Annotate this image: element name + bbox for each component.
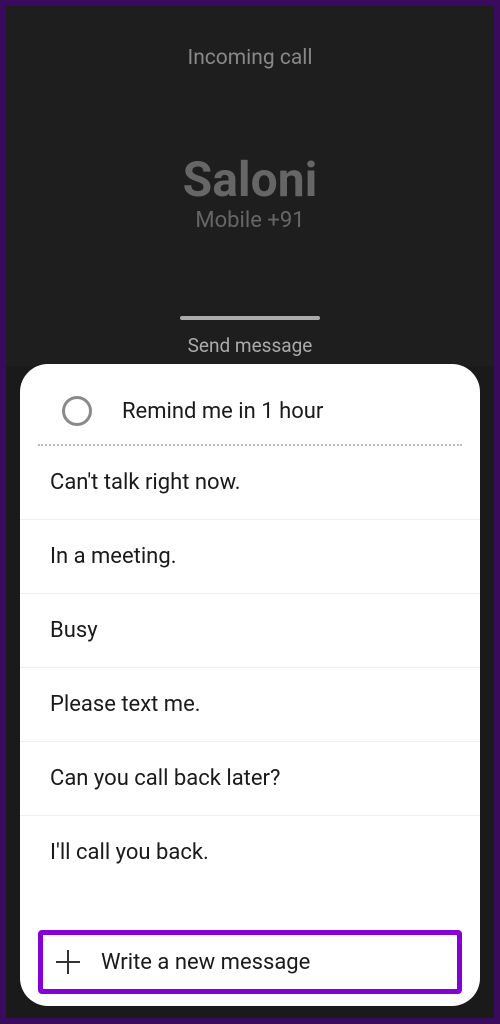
remind-label: Remind me in 1 hour xyxy=(122,399,323,424)
send-message-label: Send message xyxy=(6,334,494,357)
phone-screen: Incoming call Saloni Mobile +91 Send mes… xyxy=(6,6,494,1018)
remind-option[interactable]: Remind me in 1 hour xyxy=(20,384,480,444)
radio-unchecked-icon xyxy=(62,396,92,426)
sheet-drag-handle[interactable] xyxy=(180,316,320,320)
caller-name: Saloni xyxy=(6,151,494,208)
quick-replies-list: Can't talk right now. In a meeting. Busy… xyxy=(20,446,480,969)
plus-icon xyxy=(55,949,81,975)
write-new-label: Write a new message xyxy=(101,950,310,975)
write-new-message-button[interactable]: Write a new message xyxy=(38,930,462,994)
quick-reply-item[interactable]: Busy xyxy=(20,594,480,668)
caller-number: Mobile +91 xyxy=(6,208,494,233)
quick-reply-item[interactable]: Please text me. xyxy=(20,668,480,742)
incoming-call-label: Incoming call xyxy=(6,46,494,70)
quick-reply-item[interactable]: Can't talk right now. xyxy=(20,446,480,520)
quick-reply-item[interactable]: I'll call you back. xyxy=(20,816,480,889)
app-frame: Incoming call Saloni Mobile +91 Send mes… xyxy=(0,0,500,1024)
quick-reply-item[interactable]: In a meeting. xyxy=(20,520,480,594)
quick-reply-sheet: Remind me in 1 hour Can't talk right now… xyxy=(20,364,480,1006)
quick-reply-item[interactable]: Can you call back later? xyxy=(20,742,480,816)
